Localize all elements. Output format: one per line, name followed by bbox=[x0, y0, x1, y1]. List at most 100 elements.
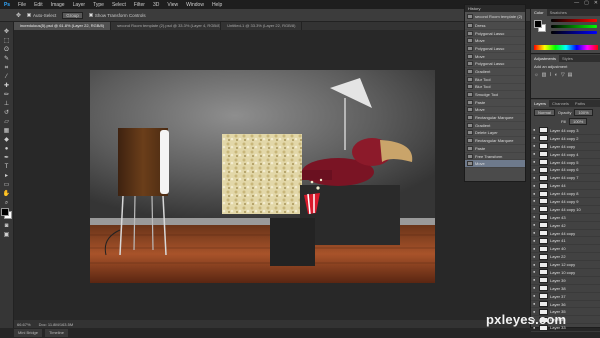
layer-row[interactable]: ● Layer 40 bbox=[531, 245, 600, 254]
menu-edit[interactable]: Edit bbox=[30, 2, 47, 8]
curves-icon[interactable]: ⌇ bbox=[549, 72, 551, 78]
visibility-eye-icon[interactable]: ● bbox=[533, 215, 537, 219]
layer-row[interactable]: ● Layer 38 bbox=[531, 285, 600, 293]
history-snapshot[interactable]: second Room template (2) bbox=[465, 12, 525, 22]
history-item[interactable]: Gradient bbox=[465, 122, 525, 130]
quick-mask-icon[interactable]: ◙ bbox=[2, 222, 11, 229]
visibility-eye-icon[interactable]: ● bbox=[533, 278, 537, 282]
tab-swatches[interactable]: Swatches bbox=[547, 9, 570, 16]
visibility-eye-icon[interactable]: ● bbox=[533, 183, 537, 188]
layer-row[interactable]: ● Layer 12 copy bbox=[531, 261, 600, 270]
eyedropper-tool-icon[interactable]: ⁄ bbox=[2, 73, 11, 80]
layer-row[interactable]: ● Layer 39 bbox=[531, 277, 600, 285]
eraser-tool-icon[interactable]: ▱ bbox=[2, 118, 11, 125]
history-item[interactable]: Free Transform bbox=[465, 153, 525, 161]
tab-layers[interactable]: Layers bbox=[531, 100, 550, 107]
visibility-eye-icon[interactable]: ● bbox=[533, 246, 537, 251]
dodge-tool-icon[interactable]: ● bbox=[2, 145, 11, 152]
quick-select-tool-icon[interactable]: ✎ bbox=[2, 55, 11, 62]
layer-row[interactable]: ● Layer 44 copy 2 bbox=[531, 135, 600, 143]
menu-filter[interactable]: Filter bbox=[130, 2, 149, 8]
exposure-icon[interactable]: ◐ bbox=[555, 72, 558, 78]
type-tool-icon[interactable]: T bbox=[2, 163, 11, 170]
red-slider[interactable] bbox=[551, 19, 597, 22]
history-item[interactable]: Delete Layer bbox=[465, 130, 525, 138]
blur-tool-icon[interactable]: ◆ bbox=[2, 136, 11, 143]
close-icon[interactable]: ✕ bbox=[594, 0, 598, 6]
maximize-icon[interactable]: ▢ bbox=[584, 0, 589, 6]
mini-bridge-tab[interactable]: Mini Bridge bbox=[14, 329, 43, 337]
visibility-eye-icon[interactable]: ● bbox=[533, 231, 537, 235]
layer-row[interactable]: ● Layer 41 bbox=[531, 237, 600, 246]
visibility-eye-icon[interactable]: ● bbox=[533, 144, 537, 148]
lasso-tool-icon[interactable]: ʘ bbox=[2, 46, 11, 53]
document-tab[interactable]: Untitled-1 @ 33.3% (Layer 22, RGB/8) bbox=[221, 22, 303, 30]
layer-row[interactable]: ● Layer 44 copy 10 bbox=[531, 206, 600, 214]
visibility-eye-icon[interactable]: ● bbox=[533, 160, 537, 164]
visibility-eye-icon[interactable]: ● bbox=[533, 262, 537, 267]
healing-tool-icon[interactable]: ✚ bbox=[2, 82, 11, 89]
shape-tool-icon[interactable]: ▭ bbox=[2, 181, 11, 188]
visibility-eye-icon[interactable]: ● bbox=[533, 238, 537, 243]
layer-row[interactable]: ● Layer 44 copy 9 bbox=[531, 198, 600, 206]
history-item[interactable]: Move bbox=[465, 37, 525, 46]
path-select-tool-icon[interactable]: ▸ bbox=[2, 172, 11, 179]
color-spectrum[interactable] bbox=[534, 45, 598, 50]
visibility-eye-icon[interactable]: ● bbox=[533, 167, 537, 172]
layer-row[interactable]: ● Layer 44 copy 6 bbox=[531, 166, 600, 175]
tab-paths[interactable]: Paths bbox=[572, 100, 588, 107]
foreground-color-chip[interactable] bbox=[534, 20, 542, 28]
menu-view[interactable]: View bbox=[163, 2, 182, 8]
history-item[interactable]: Blur Tool bbox=[465, 76, 525, 84]
layer-row[interactable]: ● Layer 10 copy bbox=[531, 269, 600, 277]
layer-row[interactable]: ● Layer 44 copy 7 bbox=[531, 174, 600, 183]
auto-select-option[interactable]: Auto-Select bbox=[27, 13, 56, 18]
move-tool-icon[interactable]: ✥ bbox=[2, 28, 11, 35]
auto-select-target-dropdown[interactable]: Group bbox=[62, 11, 83, 19]
visibility-eye-icon[interactable]: ● bbox=[533, 286, 537, 290]
marquee-tool-icon[interactable]: ⬚ bbox=[2, 37, 11, 44]
menu-type[interactable]: Type bbox=[89, 2, 108, 8]
visibility-eye-icon[interactable]: ● bbox=[533, 302, 537, 306]
layer-row[interactable]: ● Layer 36 bbox=[531, 301, 600, 309]
levels-icon[interactable]: ▥ bbox=[542, 72, 547, 78]
history-item[interactable]: Dress bbox=[465, 22, 525, 30]
history-item[interactable]: Move bbox=[465, 107, 525, 115]
layer-row[interactable]: ● Layer 44 copy 3 bbox=[531, 127, 600, 135]
vibrance-icon[interactable]: ▽ bbox=[561, 72, 565, 78]
blue-slider[interactable] bbox=[551, 31, 597, 34]
blend-mode-dropdown[interactable]: Normal bbox=[534, 109, 555, 116]
visibility-eye-icon[interactable]: ● bbox=[533, 199, 537, 203]
history-item[interactable]: Rectangular Marquee bbox=[465, 114, 525, 122]
history-item[interactable]: Rectangular Marquee bbox=[465, 137, 525, 145]
document-tab[interactable]: second Room template (2).psd @ 33.3% (La… bbox=[111, 22, 222, 30]
visibility-eye-icon[interactable]: ● bbox=[533, 207, 537, 211]
menu-file[interactable]: File bbox=[14, 2, 30, 8]
show-transform-checkbox[interactable] bbox=[88, 13, 93, 18]
foreground-background-swatches[interactable] bbox=[0, 208, 13, 220]
visibility-eye-icon[interactable]: ● bbox=[533, 191, 537, 196]
brush-tool-icon[interactable]: ✏ bbox=[2, 91, 11, 98]
layer-row[interactable]: ● Layer 44 copy bbox=[531, 143, 600, 151]
menu-window[interactable]: Window bbox=[182, 2, 208, 8]
layer-row[interactable]: ● Layer 44 copy 8 bbox=[531, 190, 600, 199]
crop-tool-icon[interactable]: ⌗ bbox=[2, 64, 11, 71]
history-item[interactable]: Paste bbox=[465, 145, 525, 153]
layer-row[interactable]: ● Layer 44 bbox=[531, 182, 600, 191]
layer-row[interactable]: ● Layer 37 bbox=[531, 293, 600, 301]
opacity-value[interactable]: 100% bbox=[574, 109, 593, 116]
auto-select-checkbox[interactable] bbox=[27, 13, 32, 18]
move-tool-icon[interactable]: ✥ bbox=[16, 12, 21, 19]
visibility-eye-icon[interactable]: ● bbox=[533, 152, 537, 156]
hue-saturation-icon[interactable]: ▤ bbox=[568, 72, 573, 78]
menu-help[interactable]: Help bbox=[208, 2, 226, 8]
tab-color[interactable]: Color bbox=[531, 9, 547, 16]
color-swatch-pair[interactable] bbox=[534, 20, 546, 32]
document-canvas[interactable] bbox=[90, 70, 435, 283]
history-item[interactable]: Move bbox=[465, 53, 525, 61]
tab-adjustments[interactable]: Adjustments bbox=[531, 55, 560, 62]
history-item[interactable]: Move bbox=[465, 160, 525, 169]
visibility-eye-icon[interactable]: ● bbox=[533, 294, 537, 298]
timeline-tab[interactable]: Timeline bbox=[45, 329, 68, 337]
green-slider[interactable] bbox=[551, 25, 597, 28]
